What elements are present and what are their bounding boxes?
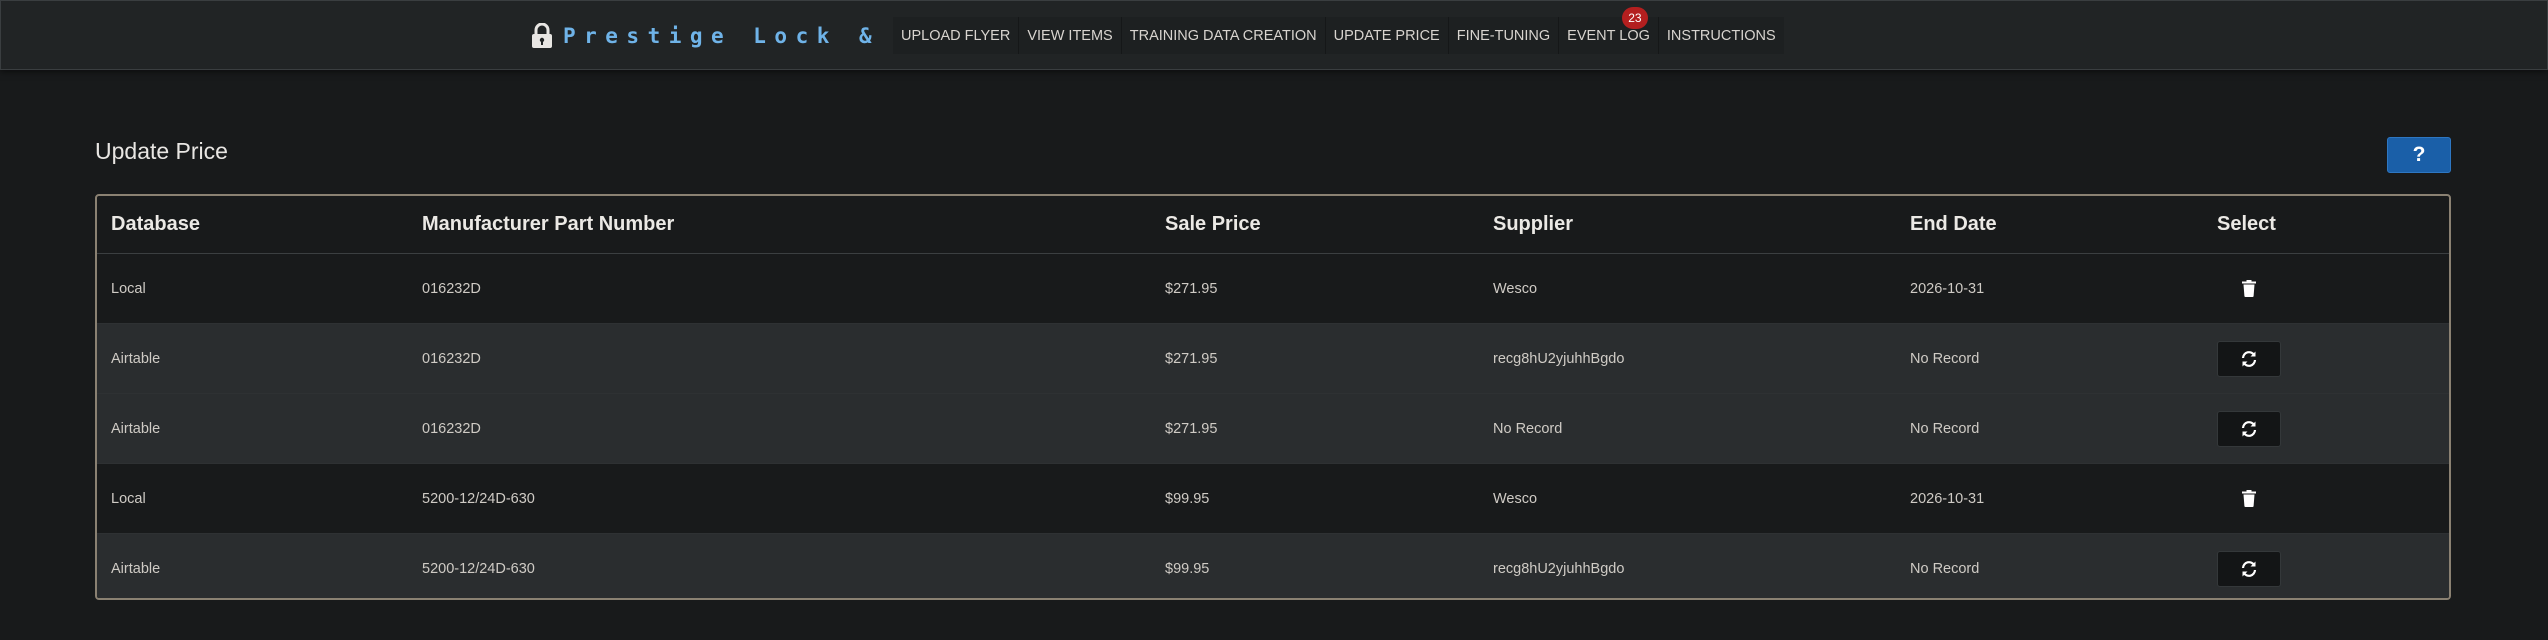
cell-supplier: Wesco	[1479, 463, 1896, 534]
nav-label: INSTRUCTIONS	[1666, 27, 1776, 44]
cell-end-date: No Record	[1896, 323, 2203, 394]
cell-database: Airtable	[97, 533, 408, 598]
nav-instructions[interactable]: INSTRUCTIONS	[1658, 17, 1784, 54]
nav-fine-tuning[interactable]: FINE-TUNING	[1448, 17, 1559, 54]
nav-upload-flyer[interactable]: UPLOAD FLYER	[893, 17, 1019, 54]
cell-sale-price: $99.95	[1151, 533, 1479, 598]
sync-icon	[2241, 560, 2257, 577]
nav-label: UPLOAD FLYER	[901, 27, 1011, 44]
cell-select	[2203, 253, 2449, 324]
delete-button[interactable]	[2217, 271, 2281, 307]
cell-supplier: recg8hU2yjuhhBgdo	[1479, 533, 1896, 598]
column-header-supplier: Supplier	[1479, 196, 1896, 254]
sync-button[interactable]	[2217, 550, 2281, 587]
event-log-count-badge: 23	[1621, 7, 1648, 29]
nav-label: EVENT LOG	[1567, 27, 1650, 44]
cell-supplier: No Record	[1479, 393, 1896, 464]
trash-icon	[2242, 280, 2256, 297]
cell-database: Airtable	[97, 323, 408, 394]
table-row: Airtable 016232D $271.95 recg8hU2yjuhhBg…	[97, 323, 2449, 394]
cell-part-number: 5200-12/24D-630	[408, 533, 1151, 598]
cell-supplier: recg8hU2yjuhhBgdo	[1479, 323, 1896, 394]
cell-sale-price: $99.95	[1151, 463, 1479, 534]
nav-training-data-creation[interactable]: TRAINING DATA CREATION	[1121, 17, 1325, 54]
cell-select	[2203, 323, 2449, 394]
table-row: Airtable 5200-12/24D-630 $99.95 recg8hU2…	[97, 533, 2449, 598]
cell-select	[2203, 463, 2449, 534]
cell-part-number: 016232D	[408, 253, 1151, 324]
help-button[interactable]: ?	[2387, 137, 2451, 173]
nav-label: TRAINING DATA CREATION	[1129, 27, 1317, 44]
column-header-end-date: End Date	[1896, 196, 2203, 254]
cell-select	[2203, 533, 2449, 598]
cell-database: Airtable	[97, 393, 408, 464]
lock-icon	[532, 23, 552, 48]
table-row: Local 016232D $271.95 Wesco 2026-10-31	[97, 253, 2449, 324]
nav-view-items[interactable]: VIEW ITEMS	[1019, 17, 1121, 54]
sync-button[interactable]	[2217, 340, 2281, 377]
trash-icon	[2242, 490, 2256, 507]
top-navbar: Prestige Lock & Door UPLOAD FLYER VIEW I…	[0, 0, 2548, 70]
cell-select	[2203, 393, 2449, 464]
cell-sale-price: $271.95	[1151, 253, 1479, 324]
cell-part-number: 016232D	[408, 393, 1151, 464]
nav-label: VIEW ITEMS	[1027, 27, 1113, 44]
cell-end-date: No Record	[1896, 533, 2203, 598]
sync-button[interactable]	[2217, 410, 2281, 447]
cell-database: Local	[97, 253, 408, 324]
nav-label: UPDATE PRICE	[1333, 27, 1440, 44]
page-title: Update Price	[95, 138, 228, 164]
delete-button[interactable]	[2217, 481, 2281, 517]
cell-database: Local	[97, 463, 408, 534]
cell-supplier: Wesco	[1479, 253, 1896, 324]
main-nav: UPLOAD FLYER VIEW ITEMS TRAINING DATA CR…	[893, 7, 1784, 54]
nav-event-log[interactable]: EVENT LOG 23	[1559, 7, 1658, 54]
sync-icon	[2241, 350, 2257, 367]
price-table: Database Manufacturer Part Number Sale P…	[97, 196, 2449, 598]
table-row: Local 5200-12/24D-630 $99.95 Wesco 2026-…	[97, 463, 2449, 534]
cell-sale-price: $271.95	[1151, 393, 1479, 464]
nav-label: FINE-TUNING	[1456, 27, 1551, 44]
column-header-sale-price: Sale Price	[1151, 196, 1479, 254]
cell-end-date: 2026-10-31	[1896, 253, 2203, 324]
column-header-database: Database	[97, 196, 408, 254]
cell-part-number: 5200-12/24D-630	[408, 463, 1151, 534]
cell-end-date: 2026-10-31	[1896, 463, 2203, 534]
table-header-row: Database Manufacturer Part Number Sale P…	[97, 196, 2449, 254]
column-header-select: Select	[2203, 196, 2449, 254]
price-table-container: Database Manufacturer Part Number Sale P…	[95, 194, 2451, 600]
nav-update-price[interactable]: UPDATE PRICE	[1325, 17, 1448, 54]
column-header-part-number: Manufacturer Part Number	[408, 196, 1151, 254]
cell-end-date: No Record	[1896, 393, 2203, 464]
sync-icon	[2241, 420, 2257, 437]
cell-sale-price: $271.95	[1151, 323, 1479, 394]
table-row: Airtable 016232D $271.95 No Record No Re…	[97, 393, 2449, 464]
cell-part-number: 016232D	[408, 323, 1151, 394]
